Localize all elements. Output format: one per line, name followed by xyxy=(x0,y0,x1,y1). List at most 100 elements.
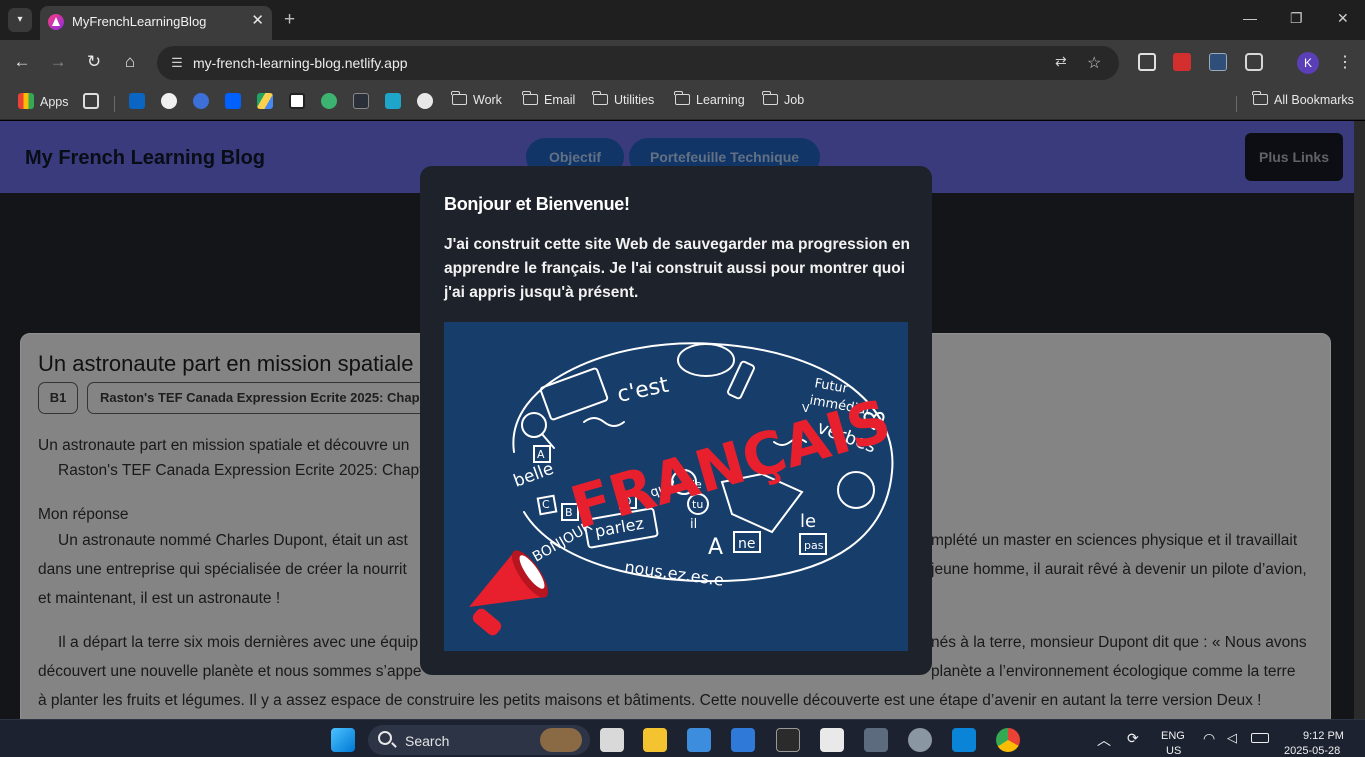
svg-text:belle: belle xyxy=(511,459,557,492)
profile-avatar[interactable]: K xyxy=(1297,52,1319,74)
m-letter-icon xyxy=(385,93,401,109)
svg-text:A: A xyxy=(537,448,545,461)
volume-icon[interactable]: ◁ xyxy=(1227,730,1237,746)
bookmark-folder-work[interactable]: Work xyxy=(451,91,502,107)
language-indicator[interactable]: ENG xyxy=(1161,730,1185,742)
bookmark-d[interactable] xyxy=(353,93,375,109)
extension-screen-icon[interactable] xyxy=(1138,53,1156,71)
github-icon xyxy=(161,93,177,109)
tab-search-chevron-icon[interactable]: ▾ xyxy=(8,8,32,32)
url-text[interactable]: my-french-learning-blog.netlify.app xyxy=(193,55,408,71)
photos-icon[interactable] xyxy=(731,728,755,752)
region-indicator[interactable]: US xyxy=(1166,745,1181,757)
terminal-icon[interactable] xyxy=(776,728,800,752)
notion-icon xyxy=(289,93,305,109)
bookmark-drive[interactable] xyxy=(257,93,279,109)
svg-text:A: A xyxy=(708,535,723,560)
bookmark-dropbox[interactable] xyxy=(225,93,247,109)
bookmark-openai[interactable] xyxy=(417,93,439,109)
bookmark-grid[interactable] xyxy=(83,93,105,109)
snipping-tool-icon[interactable] xyxy=(820,728,844,752)
svg-text:ne: ne xyxy=(738,536,756,552)
browser-toolbar: ← → ↻ ⌂ ☰ my-french-learning-blog.netlif… xyxy=(0,40,1365,86)
web-page: My French Learning Blog Objectif Portefe… xyxy=(0,121,1354,719)
bookmark-linkedin[interactable] xyxy=(129,93,151,109)
francais-illustration: c'est Futur immédiat verbes belle parlez… xyxy=(444,322,908,651)
clock-time[interactable]: 9:12 PM xyxy=(1303,730,1344,742)
window-close-icon[interactable]: ✕ xyxy=(1337,10,1349,27)
control-panel-icon[interactable] xyxy=(687,728,711,752)
bookmark-wordpress[interactable] xyxy=(193,93,215,109)
bookmark-folder-learning[interactable]: Learning xyxy=(674,91,745,107)
calculator-icon[interactable] xyxy=(864,728,888,752)
bookmark-folder-job[interactable]: Job xyxy=(762,91,804,107)
folder-icon xyxy=(674,91,690,105)
bookmark-green-leaf[interactable] xyxy=(321,93,343,109)
extensions-puzzle-icon[interactable] xyxy=(1245,53,1263,71)
apps-grid-icon xyxy=(18,93,34,109)
page-scrollbar[interactable] xyxy=(1354,121,1365,719)
wifi-icon[interactable]: ◠ xyxy=(1203,730,1215,747)
francais-headline: FRANÇAIS xyxy=(563,386,898,542)
site-favicon-icon xyxy=(48,14,64,30)
vscode-icon[interactable] xyxy=(952,728,976,752)
restore-icon[interactable]: ❐ xyxy=(1290,10,1303,27)
svg-text:pas: pas xyxy=(804,539,824,552)
battery-icon[interactable] xyxy=(1251,733,1269,743)
bookmark-separator xyxy=(1236,96,1237,112)
tab-close-icon[interactable]: ✕ xyxy=(251,11,264,29)
svg-text:nous.ez.es.e: nous.ez.es.e xyxy=(623,557,725,590)
sync-icon[interactable]: ⟳ xyxy=(1127,730,1139,747)
welcome-modal: Bonjour et Bienvenue! J'ai construit cet… xyxy=(420,166,932,675)
dropbox-icon xyxy=(225,93,241,109)
tray-overflow-chevron-icon[interactable]: ︿ xyxy=(1097,730,1111,750)
new-tab-plus-icon[interactable]: + xyxy=(284,9,295,31)
bookmark-notion[interactable] xyxy=(289,93,311,109)
browser-tab-bar: ▾ MyFrenchLearningBlog ✕ + — ❐ ✕ xyxy=(0,0,1365,40)
translate-icon[interactable]: ⇄ xyxy=(1055,53,1067,70)
bookmark-folder-email[interactable]: Email xyxy=(522,91,575,107)
folder-icon xyxy=(592,91,608,105)
bookmark-folder-utilities[interactable]: Utilities xyxy=(592,91,654,107)
bookmark-separator xyxy=(114,96,115,112)
taskbar-search[interactable]: Search xyxy=(368,725,590,755)
doodle-cest: c'est xyxy=(615,373,671,408)
windows-taskbar: Search ︿ ⟳ ENG US ◠ ◁ 9:12 PM 2025-05-28 xyxy=(0,719,1365,757)
task-view-icon[interactable] xyxy=(600,728,624,752)
folder-icon xyxy=(762,91,778,105)
chrome-icon[interactable] xyxy=(996,728,1020,752)
home-icon[interactable]: ⌂ xyxy=(119,52,141,72)
bookmark-m[interactable] xyxy=(385,93,407,109)
openai-icon xyxy=(417,93,433,109)
folder-icon xyxy=(522,91,538,105)
leaf-icon xyxy=(321,93,337,109)
bookmark-star-icon[interactable]: ☆ xyxy=(1087,53,1101,73)
search-icon xyxy=(378,731,392,745)
minimize-icon[interactable]: — xyxy=(1243,10,1257,26)
browser-tab-active[interactable]: MyFrenchLearningBlog ✕ xyxy=(40,6,272,40)
tab-title: MyFrenchLearningBlog xyxy=(72,14,207,29)
reload-icon[interactable]: ↻ xyxy=(83,52,105,72)
chrome-menu-icon[interactable]: ⋮ xyxy=(1334,52,1356,72)
clock-date[interactable]: 2025-05-28 xyxy=(1284,745,1340,757)
modal-title: Bonjour et Bienvenue! xyxy=(444,194,630,214)
bookmark-github[interactable] xyxy=(161,93,183,109)
search-highlight-icon xyxy=(540,728,582,752)
folder-icon xyxy=(451,91,467,105)
grid-icon xyxy=(83,93,99,109)
address-bar[interactable]: ☰ my-french-learning-blog.netlify.app ⇄ … xyxy=(157,46,1119,80)
extension-translate-icon[interactable] xyxy=(1209,53,1227,71)
wordpress-icon xyxy=(193,93,209,109)
svg-text:le: le xyxy=(800,511,816,532)
forward-arrow-icon[interactable]: → xyxy=(47,52,69,72)
file-explorer-icon[interactable] xyxy=(643,728,667,752)
modal-body-text: J'ai construit cette site Web de sauvega… xyxy=(444,236,910,301)
bookmark-apps[interactable]: Apps xyxy=(18,93,69,109)
windows-start-icon[interactable] xyxy=(331,728,355,752)
extension-red-icon[interactable] xyxy=(1173,53,1191,71)
search-label: Search xyxy=(405,733,450,749)
settings-gear-icon[interactable] xyxy=(908,728,932,752)
site-info-icon[interactable]: ☰ xyxy=(167,53,187,73)
back-arrow-icon[interactable]: ← xyxy=(11,52,33,72)
bookmark-all-bookmarks[interactable]: All Bookmarks xyxy=(1252,91,1354,107)
